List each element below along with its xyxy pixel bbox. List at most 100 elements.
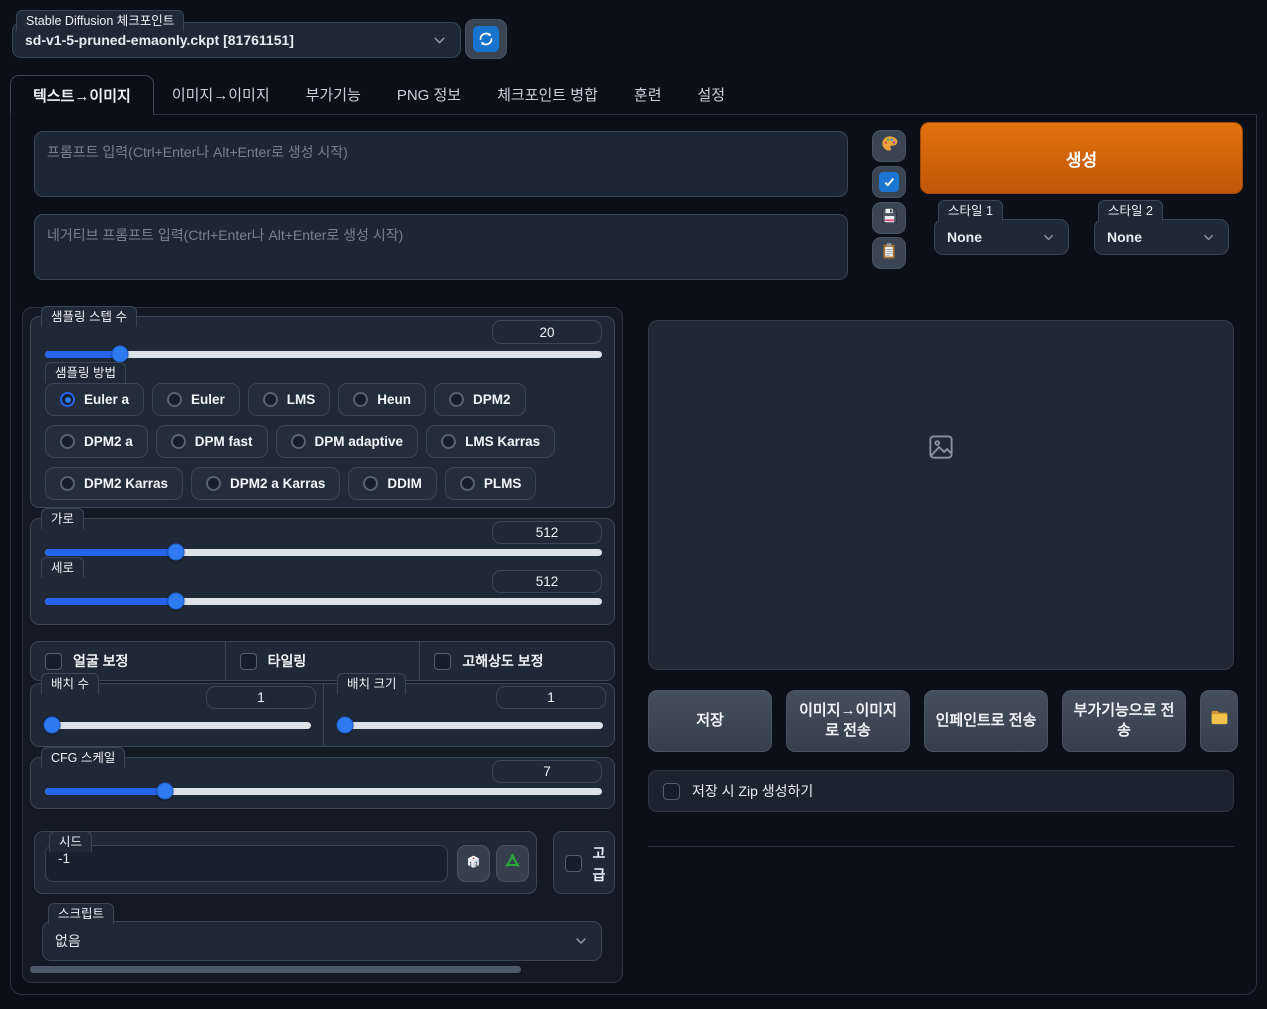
radio-dpm2-karras[interactable]: DPM2 Karras xyxy=(45,467,184,500)
send-to-extras-button[interactable]: 부가기능으로 전송 xyxy=(1062,690,1186,752)
output-image-area xyxy=(648,320,1234,670)
radio-dpm2-a-karras[interactable]: DPM2 a Karras xyxy=(191,467,341,500)
tab-settings[interactable]: 설정 xyxy=(680,74,744,114)
style1-label: 스타일 1 xyxy=(938,200,1003,221)
cfg-scale-value[interactable]: 7 xyxy=(492,760,602,783)
tab-img2img[interactable]: 이미지→이미지 xyxy=(154,74,288,114)
style2-select[interactable]: None xyxy=(1094,219,1229,255)
sampling-method-radios: Euler a Euler LMS Heun DPM2 DPM2 a DPM f… xyxy=(45,383,605,500)
radio-dpm-fast[interactable]: DPM fast xyxy=(155,425,268,458)
height-label: 세로 xyxy=(41,557,85,578)
slider-thumb[interactable] xyxy=(43,716,61,734)
width-value[interactable]: 512 xyxy=(492,521,602,544)
batch-size-value[interactable]: 1 xyxy=(496,686,606,709)
script-label: 스크립트 xyxy=(48,903,115,924)
refresh-checkpoint-button[interactable] xyxy=(465,19,507,59)
dimensions-group: 가로 512 세로 512 xyxy=(30,508,615,625)
generate-button[interactable]: 생성 xyxy=(920,122,1243,194)
prompt-input[interactable] xyxy=(34,131,848,197)
width-label: 가로 xyxy=(41,508,85,529)
slider-thumb[interactable] xyxy=(111,345,129,363)
seed-label: 시드 xyxy=(49,831,93,852)
clipboard-icon xyxy=(880,242,898,265)
seed-advanced-checkbox[interactable] xyxy=(565,855,582,872)
radio-dpm-adaptive[interactable]: DPM adaptive xyxy=(275,425,419,458)
seed-advanced-label: 고급 xyxy=(592,845,606,883)
negative-prompt-input[interactable] xyxy=(34,214,848,280)
random-seed-button[interactable] xyxy=(457,845,490,882)
slider-thumb[interactable] xyxy=(336,716,354,734)
tab-png-info[interactable]: PNG 정보 xyxy=(379,74,479,114)
batch-size-slider[interactable] xyxy=(336,716,603,734)
image-placeholder-icon xyxy=(926,432,956,467)
floppy-disk-icon xyxy=(880,206,899,230)
sampling-steps-label: 샘플링 스텝 수 xyxy=(41,306,137,327)
seed-group: -1 시드 xyxy=(34,831,537,894)
tiling-checkbox[interactable] xyxy=(239,652,257,670)
batch-count-slider[interactable] xyxy=(43,716,311,734)
slider-thumb[interactable] xyxy=(156,782,174,800)
send-to-inpaint-button[interactable]: 인페인트로 전송 xyxy=(924,690,1048,752)
tab-txt2img[interactable]: 텍스트→이미지 xyxy=(10,75,154,115)
width-slider[interactable] xyxy=(45,543,602,561)
paste-prompt-button[interactable] xyxy=(872,237,906,269)
seed-advanced-group: 고급 xyxy=(553,831,615,894)
batch-size-label: 배치 크기 xyxy=(337,673,407,694)
sampling-group: 샘플링 스텝 수 20 샘플링 방법 Euler a Euler LMS Heu… xyxy=(30,306,615,508)
style-apply-button[interactable] xyxy=(872,130,906,162)
radio-plms[interactable]: PLMS xyxy=(444,467,537,500)
save-style-button[interactable] xyxy=(872,202,906,234)
reuse-seed-button[interactable] xyxy=(496,845,529,882)
checkpoint-value: sd-v1-5-pruned-emaonly.ckpt [81761151] xyxy=(25,32,294,48)
checkbox-check-icon xyxy=(879,172,899,192)
slider-thumb[interactable] xyxy=(167,592,185,610)
sampling-method-label: 샘플링 방법 xyxy=(45,362,126,383)
radio-ddim[interactable]: DDIM xyxy=(348,467,437,500)
sampling-steps-value[interactable]: 20 xyxy=(492,320,602,344)
chevron-down-icon xyxy=(431,32,448,49)
batch-count-label: 배치 수 xyxy=(41,673,99,694)
sampling-steps-slider[interactable] xyxy=(45,345,602,363)
open-folder-button[interactable] xyxy=(1200,690,1238,752)
style-select-button[interactable] xyxy=(872,166,906,198)
chevron-down-icon xyxy=(1201,230,1216,245)
style2-label: 스타일 2 xyxy=(1098,200,1163,221)
slider-thumb[interactable] xyxy=(167,543,185,561)
chevron-down-icon xyxy=(1041,230,1056,245)
output-divider xyxy=(648,846,1234,847)
cfg-scale-label: CFG 스케일 xyxy=(41,747,126,768)
style1-select[interactable]: None xyxy=(934,219,1069,255)
radio-lms-karras[interactable]: LMS Karras xyxy=(426,425,556,458)
radio-heun[interactable]: Heun xyxy=(338,383,427,416)
cfg-group: CFG 스케일 7 xyxy=(30,747,615,809)
tab-extras[interactable]: 부가기능 xyxy=(288,74,379,114)
batch-group: 배치 수 1 배치 크기 1 xyxy=(30,673,615,747)
restore-faces-checkbox[interactable] xyxy=(45,652,62,670)
horizontal-scrollbar[interactable] xyxy=(30,966,521,973)
toggles-group: 얼굴 보정 타일링 고해상도 보정 xyxy=(30,641,615,681)
radio-dpm2[interactable]: DPM2 xyxy=(434,383,526,416)
radio-euler[interactable]: Euler xyxy=(152,383,240,416)
seed-input[interactable]: -1 xyxy=(45,845,448,882)
height-slider[interactable] xyxy=(45,592,602,610)
txt2img-page: Stable Diffusion 체크포인트 sd-v1-5-pruned-em… xyxy=(0,0,1267,1009)
main-tabs: 텍스트→이미지 이미지→이미지 부가기능 PNG 정보 체크포인트 병합 훈련 … xyxy=(10,74,1257,115)
refresh-icon xyxy=(473,26,499,52)
tab-train[interactable]: 훈련 xyxy=(616,74,680,114)
radio-lms[interactable]: LMS xyxy=(247,383,331,416)
folder-icon xyxy=(1209,707,1230,734)
save-button[interactable]: 저장 xyxy=(648,690,772,752)
zip-option-row[interactable]: 저장 시 Zip 생성하기 xyxy=(648,770,1234,812)
zip-checkbox[interactable] xyxy=(663,782,680,800)
highres-fix-checkbox[interactable] xyxy=(434,652,452,670)
height-value[interactable]: 512 xyxy=(492,570,602,593)
send-to-img2img-button[interactable]: 이미지→이미지로 전송 xyxy=(786,690,910,752)
cfg-scale-slider[interactable] xyxy=(45,782,602,800)
radio-euler-a[interactable]: Euler a xyxy=(45,383,145,416)
tab-checkpoint-merger[interactable]: 체크포인트 병합 xyxy=(479,74,616,114)
batch-count-value[interactable]: 1 xyxy=(206,686,316,709)
palette-icon xyxy=(880,134,899,158)
highres-fix-toggle[interactable]: 고해상도 보정 xyxy=(420,642,614,680)
radio-dpm2-a[interactable]: DPM2 a xyxy=(45,425,148,458)
script-select[interactable]: 없음 xyxy=(42,921,602,961)
